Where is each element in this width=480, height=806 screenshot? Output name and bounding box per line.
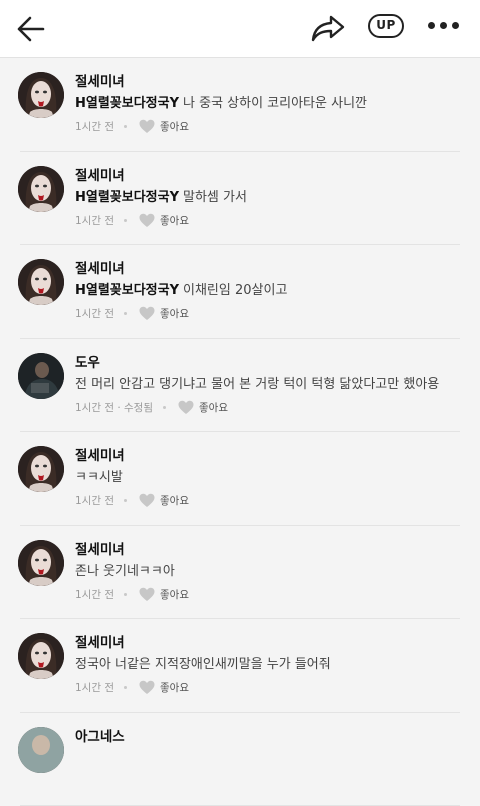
- comment-meta: 1시간 전 좋아요: [75, 306, 189, 321]
- heart-icon: [139, 680, 155, 695]
- comment-list: 절세미녀H열렬꽂보다정국Y나 중국 상하이 코리아타운 사니깐1시간 전좋아요절…: [0, 58, 480, 806]
- heart-icon: [139, 213, 155, 228]
- comment-item: 절세미녀 H열렬꽂보다정국Y 나 중국 상하이 코리아타운 사니깐 1시간 전 좋아요: [0, 58, 480, 152]
- like-label: 좋아요: [160, 493, 189, 508]
- comment-mention[interactable]: H열렬꽂보다정국Y: [75, 283, 179, 298]
- avatar[interactable]: [18, 353, 64, 399]
- comment-mention[interactable]: H열렬꽂보다정국Y: [75, 190, 179, 205]
- comment-meta: 1시간 전 좋아요: [75, 587, 189, 602]
- comment-text: 존나 웃기네ㅋㅋ아: [75, 560, 175, 579]
- up-button[interactable]: UP: [368, 14, 404, 38]
- heart-icon: [178, 400, 194, 415]
- comment-author[interactable]: 절세미녀: [75, 538, 125, 558]
- heart-icon: [139, 587, 155, 602]
- like-label: 좋아요: [160, 680, 189, 695]
- comment-meta: 1시간 전 · 수정됨 좋아요: [75, 400, 228, 415]
- like-label: 좋아요: [160, 213, 189, 228]
- like-button[interactable]: 좋아요: [139, 493, 189, 508]
- separator-dot: [124, 312, 127, 315]
- avatar[interactable]: [18, 72, 64, 118]
- comment-text: H열렬꽂보다정국Y 나 중국 상하이 코리아타운 사니깐: [75, 92, 367, 111]
- comment-body: 전 머리 안감고 댕기냐고 물어 본 거랑 턱이 턱형 닮았다고만 했아용: [75, 377, 439, 392]
- heart-icon: [139, 119, 155, 134]
- like-button[interactable]: 좋아요: [139, 306, 189, 321]
- comment-time: 1시간 전: [75, 306, 114, 321]
- comment-author[interactable]: 절세미녀: [75, 444, 125, 464]
- comment-body: 존나 웃기네ㅋㅋ아: [75, 564, 175, 579]
- like-button[interactable]: 좋아요: [139, 213, 189, 228]
- comment-text: H열렬꽂보다정국Y 이채린임 20살이고: [75, 279, 287, 298]
- comment-time: 1시간 전: [75, 493, 114, 508]
- avatar[interactable]: [18, 166, 64, 212]
- like-button[interactable]: 좋아요: [178, 400, 228, 415]
- comment-time: 1시간 전 · 수정됨: [75, 400, 153, 415]
- comment-author[interactable]: 절세미녀: [75, 70, 125, 90]
- avatar[interactable]: [18, 633, 64, 679]
- comment-meta: 1시간 전 좋아요: [75, 493, 189, 508]
- comment-text: H열렬꽂보다정국Y 말하셈 가서: [75, 186, 247, 205]
- comment-body: 나 중국 상하이 코리아타운 사니깐: [183, 96, 367, 111]
- comment-time: 1시간 전: [75, 587, 114, 602]
- comment-item: 도우전 머리 안감고 댕기냐고 물어 본 거랑 턱이 턱형 닮았다고만 했아용 1…: [0, 339, 480, 433]
- share-arrow-icon[interactable]: [310, 13, 346, 43]
- comment-meta: 1시간 전 좋아요: [75, 119, 189, 134]
- separator-dot: [124, 219, 127, 222]
- comment-item: 절세미녀 ㅋㅋ시발 1시간 전 좋아요: [0, 432, 480, 526]
- comment-item: 절세미녀 H열렬꽂보다정국Y 말하셈 가서 1시간 전 좋아요: [0, 152, 480, 246]
- comment-item: 절세미녀정국아 너같은 지적장애인새끼말을 누가 들어줘 1시간 전 좋아요: [0, 619, 480, 713]
- avatar[interactable]: [18, 727, 64, 773]
- comment-text: ㅋㅋ시발: [75, 466, 123, 485]
- like-button[interactable]: 좋아요: [139, 587, 189, 602]
- top-bar: UP: [0, 0, 480, 58]
- avatar[interactable]: [18, 259, 64, 305]
- heart-icon: [139, 306, 155, 321]
- avatar[interactable]: [18, 446, 64, 492]
- comment-meta: 1시간 전 좋아요: [75, 213, 189, 228]
- like-label: 좋아요: [160, 587, 189, 602]
- separator-dot: [124, 499, 127, 502]
- arrow-left-icon[interactable]: [16, 15, 46, 43]
- comment-time: 1시간 전: [75, 680, 114, 695]
- heart-icon: [139, 493, 155, 508]
- separator-dot: [124, 686, 127, 689]
- comment-author[interactable]: 절세미녀: [75, 631, 125, 651]
- comment-meta: 1시간 전 좋아요: [75, 680, 189, 695]
- comment-author[interactable]: 절세미녀: [75, 164, 125, 184]
- comment-item: 아그네스: [0, 713, 480, 806]
- separator-dot: [124, 125, 127, 128]
- comment-mention[interactable]: H열렬꽂보다정국Y: [75, 96, 179, 111]
- comment-text: 전 머리 안감고 댕기냐고 물어 본 거랑 턱이 턱형 닮았다고만 했아용: [75, 373, 439, 392]
- comment-author[interactable]: 도우: [75, 351, 100, 371]
- avatar[interactable]: [18, 540, 64, 586]
- like-button[interactable]: 좋아요: [139, 680, 189, 695]
- comment-body: ㅋㅋ시발: [75, 470, 123, 485]
- separator-dot: [124, 593, 127, 596]
- separator-dot: [163, 406, 166, 409]
- comment-body: 이채린임 20살이고: [183, 283, 287, 298]
- more-dots-icon[interactable]: [428, 22, 462, 32]
- like-button[interactable]: 좋아요: [139, 119, 189, 134]
- like-label: 좋아요: [199, 400, 228, 415]
- comment-item: 절세미녀 H열렬꽂보다정국Y 이채린임 20살이고 1시간 전 좋아요: [0, 245, 480, 339]
- comment-item: 절세미녀존나 웃기네ㅋㅋ아 1시간 전 좋아요: [0, 526, 480, 620]
- comment-time: 1시간 전: [75, 119, 114, 134]
- comment-time: 1시간 전: [75, 213, 114, 228]
- comment-author[interactable]: 아그네스: [75, 725, 125, 745]
- comment-author[interactable]: 절세미녀: [75, 257, 125, 277]
- comment-text: 정국아 너같은 지적장애인새끼말을 누가 들어줘: [75, 653, 331, 672]
- comment-body: 말하셈 가서: [183, 190, 247, 205]
- like-label: 좋아요: [160, 119, 189, 134]
- comment-body: 정국아 너같은 지적장애인새끼말을 누가 들어줘: [75, 657, 331, 672]
- like-label: 좋아요: [160, 306, 189, 321]
